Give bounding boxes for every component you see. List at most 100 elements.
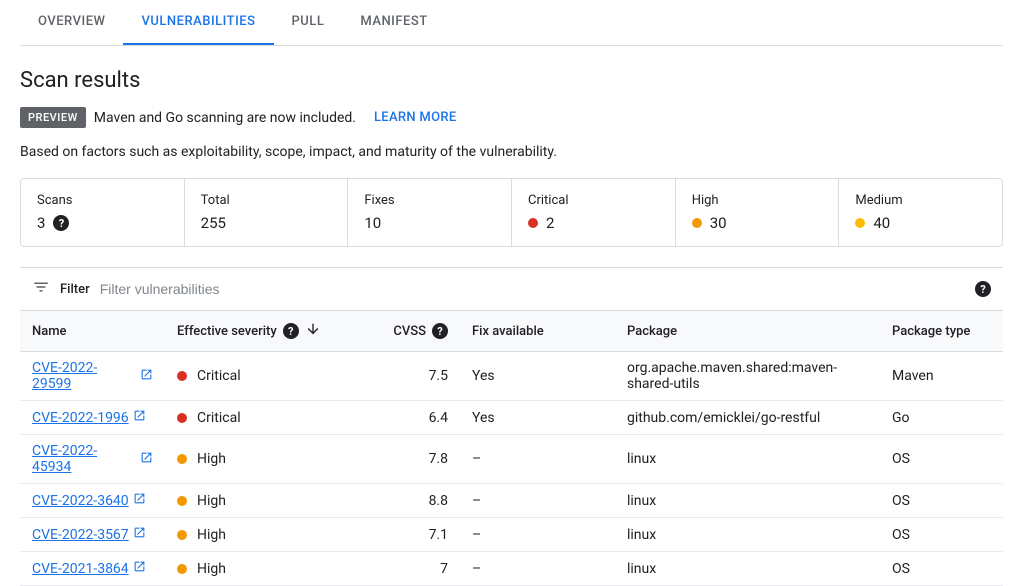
filter-icon[interactable] [32,278,50,300]
severity-dot-high-icon [177,496,187,506]
filter-label: Filter [60,282,90,297]
cve-link[interactable]: CVE-2022-29599 [32,360,153,392]
severity-dot-high-icon [177,530,187,540]
sort-descending-icon[interactable] [305,321,321,341]
column-header-package[interactable]: Package [615,311,880,352]
fix-available: – [460,484,615,518]
vulnerabilities-table: Name Effective severity ? CVSS ? Fix ava… [20,310,1003,586]
stat-value: 255 [201,214,226,232]
stat-label: Fixes [364,193,495,208]
package-type: Go [880,401,1003,435]
severity-dot-critical-icon [528,218,538,228]
table-row: CVE-2022-1996 Critical 6.4Yesgithub.com/em… [20,401,1003,435]
stat-value: 40 [873,214,890,232]
severity-dot-high-icon [177,454,187,464]
table-row: CVE-2022-3567High7.1–linuxOS [20,518,1003,552]
package-type: OS [880,484,1003,518]
package-name: linux [615,518,880,552]
help-icon[interactable]: ? [53,215,69,231]
external-link-icon [133,492,146,509]
fix-available: Yes [460,352,615,401]
table-row: CVE-2022-3640 High 8.8–linuxOS [20,484,1003,518]
external-link-icon [133,526,146,543]
stat-scans: Scans 3 ? [21,179,185,246]
package-name: linux [615,484,880,518]
external-link-icon [140,368,153,385]
stat-medium: Medium 40 [839,179,1002,246]
severity-dot-high-icon [692,218,702,228]
filter-bar: Filter ? [20,267,1003,310]
package-type: OS [880,518,1003,552]
stat-critical: Critical 2 [512,179,676,246]
stat-value: 2 [546,214,554,232]
package-name: linux [615,552,880,586]
cve-link[interactable]: CVE-2022-3567 [32,526,146,543]
tab-pull[interactable]: PULL [274,0,343,45]
stat-label: Total [201,193,332,208]
tab-bar: OVERVIEWVULNERABILITIESPULLMANIFEST [20,0,1003,46]
cve-link[interactable]: CVE-2022-45934 [32,443,153,475]
package-type: Maven [880,352,1003,401]
column-header-cvss[interactable]: CVSS ? [375,311,460,352]
stat-label: Critical [528,193,659,208]
severity-text: High [197,527,226,543]
cvss-value: 7 [375,552,460,586]
cve-link[interactable]: CVE-2021-3864 [32,560,146,577]
severity-dot-medium-icon [855,218,865,228]
stat-label: High [692,193,823,208]
help-icon[interactable]: ? [432,323,448,339]
cve-link[interactable]: CVE-2022-3640 [32,492,146,509]
package-name: org.apache.maven.shared:maven-shared-uti… [615,352,880,401]
tab-overview[interactable]: OVERVIEW [20,0,123,45]
package-type: OS [880,552,1003,586]
severity-text: High [197,493,226,509]
column-header-package-type[interactable]: Package type [880,311,1003,352]
table-row: CVE-2021-3864 High 7–linuxOS [20,552,1003,586]
column-header-fix[interactable]: Fix available [460,311,615,352]
tab-vulnerabilities[interactable]: VULNERABILITIES [123,0,273,45]
tab-manifest[interactable]: MANIFEST [342,0,445,45]
column-header-severity[interactable]: Effective severity ? [165,311,375,352]
cvss-value: 7.8 [375,435,460,484]
preview-chip: PREVIEW [20,107,86,128]
stat-total: Total 255 [185,179,349,246]
stat-label: Medium [855,193,986,208]
severity-dot-high-icon [177,564,187,574]
stat-fixes: Fixes 10 [348,179,512,246]
severity-text: High [197,451,226,467]
help-icon[interactable]: ? [283,323,299,339]
severity-text: Critical [197,410,241,426]
stats-panel: Scans 3 ? Total 255 Fixes 10 Critical 2 … [20,178,1003,247]
table-row: CVE-2022-29599 Critical 7.5Yesorg.apache.m… [20,352,1003,401]
stat-value: 3 [37,214,45,232]
fix-available: Yes [460,401,615,435]
filter-input[interactable] [100,281,400,297]
stat-label: Scans [37,193,168,208]
column-header-name[interactable]: Name [20,311,165,352]
fix-available: – [460,552,615,586]
severity-dot-critical-icon [177,371,187,381]
banner-text: Maven and Go scanning are now included. [94,110,356,126]
preview-banner: PREVIEW Maven and Go scanning are now in… [20,107,1003,128]
stat-value: 30 [710,214,727,232]
cve-link[interactable]: CVE-2022-1996 [32,409,146,426]
package-name: linux [615,435,880,484]
cvss-value: 6.4 [375,401,460,435]
external-link-icon [133,409,146,426]
external-link-icon [140,451,153,468]
table-row: CVE-2022-45934High7.8–linuxOS [20,435,1003,484]
description-text: Based on factors such as exploitability,… [20,144,1003,160]
cvss-value: 7.5 [375,352,460,401]
package-name: github.com/emicklei/go-restful [615,401,880,435]
help-icon[interactable]: ? [975,281,991,297]
stat-high: High 30 [676,179,840,246]
learn-more-link[interactable]: LEARN MORE [374,110,456,125]
package-type: OS [880,435,1003,484]
severity-dot-critical-icon [177,413,187,423]
external-link-icon [133,560,146,577]
severity-text: High [197,561,226,577]
cvss-value: 8.8 [375,484,460,518]
severity-text: Critical [197,368,241,384]
stat-value: 10 [364,214,381,232]
cvss-value: 7.1 [375,518,460,552]
